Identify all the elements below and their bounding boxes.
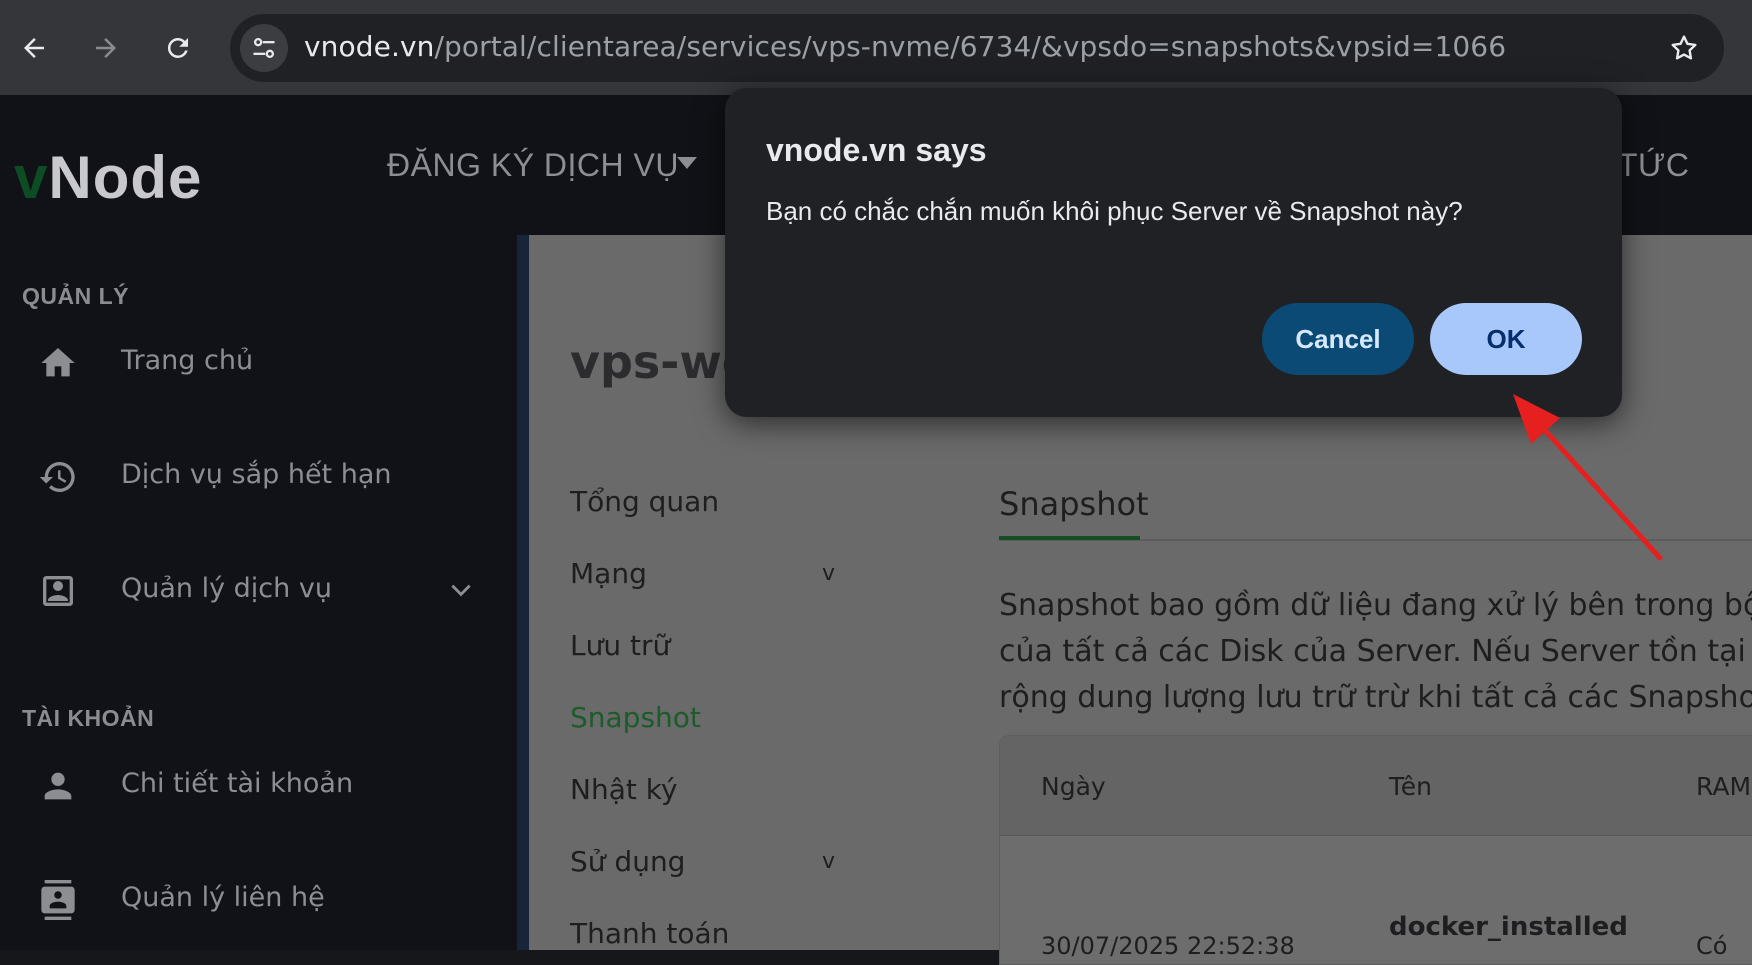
sidebar-item-label: Quản lý liên hệ: [121, 882, 325, 913]
home-icon: [36, 341, 80, 385]
tab-active-indicator: [999, 536, 1140, 540]
sidebar-item-label: Dịch vụ sắp hết hạn: [121, 459, 392, 490]
table-header: Ngày Tên RAM: [1000, 736, 1752, 836]
tab-snapshot[interactable]: Snapshot: [999, 485, 1149, 523]
browser-toolbar: vnode.vn/portal/clientarea/services/vps-…: [0, 0, 1752, 95]
cell-ram: Có: [1696, 932, 1728, 960]
description-line: của tất cả các Disk của Server. Nếu Serv…: [999, 634, 1746, 669]
logo[interactable]: vNode: [14, 143, 202, 212]
description-line: rộng dung lượng lưu trữ trừ khi tất cả c…: [999, 680, 1752, 715]
dialog-title: vnode.vn says: [766, 132, 987, 168]
sidebar-item-account-details[interactable]: Chi tiết tài khoản: [0, 746, 517, 826]
ok-button[interactable]: OK: [1430, 303, 1582, 375]
sidebar-divider: [517, 235, 529, 950]
sidebar-item-label: Chi tiết tài khoản: [121, 768, 354, 799]
cancel-button[interactable]: Cancel: [1262, 303, 1414, 375]
account-box-icon: [36, 569, 80, 613]
column-header-date: Ngày: [1041, 772, 1106, 801]
description-line: Snapshot bao gồm dữ liệu đang xử lý bên …: [999, 588, 1752, 623]
subnav-overview[interactable]: Tổng quan: [570, 485, 719, 518]
subnav-network[interactable]: Mạng: [570, 557, 647, 590]
subnav-storage[interactable]: Lưu trữ: [570, 629, 670, 662]
forward-arrow-icon[interactable]: [78, 20, 134, 76]
sidebar-item-label: Quản lý dịch vụ: [121, 573, 332, 604]
sidebar-item-label: Trang chủ: [121, 345, 254, 376]
column-header-ram: RAM: [1696, 772, 1752, 801]
sidebar: QUẢN LÝ Trang chủ Dịch vụ sắp hết hạn Qu…: [0, 235, 517, 950]
snapshot-table: Ngày Tên RAM 30/07/2025 22:52:38 docker_…: [999, 735, 1752, 965]
sidebar-item-expiring[interactable]: Dịch vụ sắp hết hạn: [0, 437, 517, 517]
sidebar-item-home[interactable]: Trang chủ: [0, 323, 517, 403]
nav-news[interactable]: TỨC: [1618, 147, 1689, 184]
sidebar-item-manage-services[interactable]: Quản lý dịch vụ: [0, 551, 517, 631]
column-header-name: Tên: [1389, 772, 1432, 801]
logo-text: Node: [48, 144, 203, 211]
sidebar-item-contacts[interactable]: Quản lý liên hệ: [0, 860, 517, 940]
url-text[interactable]: vnode.vn/portal/clientarea/services/vps-…: [304, 30, 1506, 63]
subnav-usage[interactable]: Sử dụng: [570, 845, 685, 878]
subnav-network-caret[interactable]: v: [822, 561, 835, 586]
url-host: vnode.vn: [304, 30, 435, 63]
logo-v: v: [14, 144, 49, 211]
back-arrow-icon[interactable]: [6, 20, 62, 76]
subnav-snapshot[interactable]: Snapshot: [570, 701, 701, 734]
subnav-billing[interactable]: Thanh toán: [570, 917, 729, 950]
dialog-message: Bạn có chắc chắn muốn khôi phục Server v…: [766, 196, 1463, 226]
subnav-log[interactable]: Nhật ký: [570, 773, 678, 806]
contacts-icon: [36, 878, 80, 922]
reload-icon[interactable]: [150, 20, 206, 76]
cell-name: docker_installed: [1389, 912, 1628, 942]
bookmark-star-icon[interactable]: [1664, 28, 1704, 68]
chevron-down-icon[interactable]: [448, 577, 474, 603]
site-settings-icon[interactable]: [240, 24, 288, 72]
confirm-dialog: vnode.vn says Bạn có chắc chắn muốn khôi…: [725, 88, 1622, 417]
nav-register-service[interactable]: ĐĂNG KÝ DỊCH VỤ: [387, 147, 679, 184]
url-path: /portal/clientarea/services/vps-nvme/673…: [434, 30, 1507, 63]
caret-down-icon: [677, 157, 697, 169]
address-bar[interactable]: vnode.vn/portal/clientarea/services/vps-…: [230, 14, 1724, 82]
person-icon: [36, 764, 80, 808]
cell-date: 30/07/2025 22:52:38: [1041, 932, 1295, 960]
section-label-manage: QUẢN LÝ: [22, 283, 129, 309]
section-label-account: TÀI KHOẢN: [22, 705, 155, 731]
subnav-usage-caret[interactable]: v: [822, 849, 835, 874]
history-icon: [36, 455, 80, 499]
snapshot-description: Snapshot bao gồm dữ liệu đang xử lý bên …: [999, 583, 1752, 721]
